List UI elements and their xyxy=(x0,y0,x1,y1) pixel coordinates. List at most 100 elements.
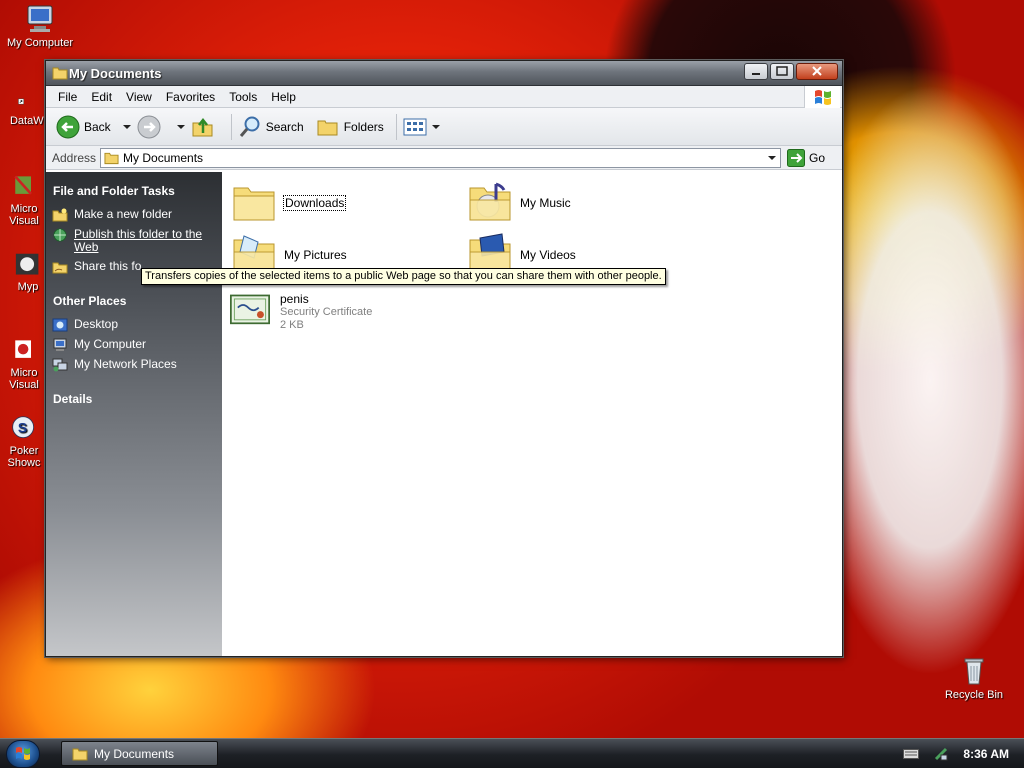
system-tray: 8:36 AM xyxy=(892,739,1024,768)
visual-studio-icon xyxy=(15,340,31,358)
share-folder-label: Share this fo xyxy=(74,259,142,273)
folders-label: Folders xyxy=(343,119,384,134)
close-button[interactable] xyxy=(796,63,838,80)
folders-icon xyxy=(317,120,338,135)
windows-orb-icon xyxy=(16,747,30,760)
file-name: Downloads xyxy=(282,195,347,211)
close-icon xyxy=(812,66,822,76)
globe-icon xyxy=(53,228,67,242)
start-button[interactable] xyxy=(6,740,40,768)
search-button[interactable]: Search xyxy=(238,115,304,139)
address-bar: Address My Documents Go xyxy=(46,146,842,170)
folder-icon xyxy=(104,152,119,164)
make-new-folder-link[interactable]: Make a new folder xyxy=(46,208,222,222)
folder-icon xyxy=(72,748,88,760)
music-folder-icon xyxy=(469,182,511,221)
file-name: penis xyxy=(280,292,309,306)
desktop-icon-myp[interactable]: Myp xyxy=(6,252,50,293)
folder-icon xyxy=(52,67,68,80)
minimize-button[interactable] xyxy=(744,63,768,80)
file-name: My Pictures xyxy=(284,248,347,262)
file-item-my-music[interactable]: My Music xyxy=(466,180,571,226)
folders-button[interactable]: Folders xyxy=(316,116,384,138)
file-tasks-title[interactable]: File and Folder Tasks xyxy=(46,184,222,198)
back-dropdown-icon[interactable] xyxy=(122,124,131,129)
network-status-icon[interactable] xyxy=(933,746,949,762)
up-folder-button[interactable] xyxy=(191,115,219,139)
views-button[interactable] xyxy=(403,117,440,137)
go-button[interactable]: Go xyxy=(787,148,825,167)
forward-arrow-icon xyxy=(137,115,161,138)
my-computer-label: My Computer xyxy=(74,337,147,351)
menu-help[interactable]: Help xyxy=(264,90,303,104)
menu-edit[interactable]: Edit xyxy=(84,90,119,104)
windows-flag-icon xyxy=(815,90,831,105)
views-icon xyxy=(403,118,427,135)
title-bar[interactable]: My Documents xyxy=(46,61,842,86)
my-network-places-label: My Network Places xyxy=(74,357,177,371)
file-folder-tasks: File and Folder Tasks Make a new folder … xyxy=(46,184,222,274)
forward-button[interactable] xyxy=(137,115,165,139)
certificate-icon xyxy=(230,294,270,325)
publish-web-link[interactable]: Publish this folder to the Web xyxy=(46,228,222,254)
taskbar-item-my-documents[interactable]: My Documents xyxy=(61,741,218,766)
file-name: My Music xyxy=(520,196,571,210)
file-meta: penis Security Certificate 2 KB xyxy=(280,292,372,332)
recycle-bin-icon xyxy=(964,658,984,685)
my-network-places-link[interactable]: My Network Places xyxy=(46,358,222,372)
clock[interactable]: 8:36 AM xyxy=(963,747,1009,761)
up-folder-icon xyxy=(192,117,213,136)
explorer-window[interactable]: My Documents File Edit View Favorites To… xyxy=(45,60,843,657)
poker-icon: S xyxy=(12,416,35,439)
desktop-icon-micro-visual-1[interactable]: Micro Visual xyxy=(2,172,46,227)
address-label: Address xyxy=(52,150,97,165)
my-computer-link[interactable]: My Computer xyxy=(46,338,222,352)
desktop-icon xyxy=(52,318,68,332)
desktop-icon-poker-showc[interactable]: S Poker Showc xyxy=(2,414,46,469)
search-label: Search xyxy=(265,119,304,134)
menu-file[interactable]: File xyxy=(51,90,84,104)
maximize-button[interactable] xyxy=(770,63,794,80)
back-button[interactable]: Back xyxy=(56,115,111,139)
back-arrow-icon xyxy=(56,115,80,138)
toolbar-separator xyxy=(230,113,232,140)
address-input[interactable]: My Documents xyxy=(100,147,782,168)
visual-studio-icon xyxy=(14,175,32,195)
desktop-icon-label: DataWi xyxy=(9,115,47,127)
details-title[interactable]: Details xyxy=(46,392,222,406)
desktop-icon-my-computer[interactable]: My Computer xyxy=(2,4,78,49)
menu-tools[interactable]: Tools xyxy=(222,90,264,104)
make-new-folder-label: Make a new folder xyxy=(74,207,173,221)
folder-icon xyxy=(233,187,275,221)
desktop-icon-recycle-bin[interactable]: Recycle Bin xyxy=(936,656,1012,701)
chevron-down-icon xyxy=(768,155,777,160)
forward-dropdown-icon[interactable] xyxy=(176,124,185,129)
address-dropdown-button[interactable] xyxy=(764,149,780,167)
menu-favorites[interactable]: Favorites xyxy=(159,90,222,104)
file-item-certificate[interactable]: penis Security Certificate 2 KB xyxy=(226,292,372,332)
desktop-icon-micro-visual-2[interactable]: Micro Visual xyxy=(2,336,46,391)
menu-view[interactable]: View xyxy=(119,90,159,104)
desktop-icon-label: My Computer xyxy=(6,37,74,49)
maximize-icon xyxy=(776,66,788,76)
desktop-icon-datawi[interactable]: DataWi xyxy=(6,98,50,127)
minimize-icon xyxy=(752,73,760,75)
window-content: File and Folder Tasks Make a new folder … xyxy=(46,172,842,656)
svg-text:S: S xyxy=(18,419,27,435)
keyboard-icon[interactable] xyxy=(903,749,920,759)
file-size: 2 KB xyxy=(280,319,304,331)
window-title: My Documents xyxy=(69,66,162,81)
desktop-link[interactable]: Desktop xyxy=(46,318,222,332)
other-places-title[interactable]: Other Places xyxy=(46,294,222,308)
computer-icon xyxy=(53,338,67,351)
file-item-downloads[interactable]: Downloads xyxy=(230,180,347,226)
taskbar: My Documents 8:36 AM xyxy=(0,738,1024,768)
desktop-icon-label: Poker Showc xyxy=(7,445,41,469)
new-folder-icon xyxy=(52,208,68,222)
windows-logo xyxy=(804,86,840,108)
tooltip: Transfers copies of the selected items t… xyxy=(141,268,666,285)
menu-bar: File Edit View Favorites Tools Help xyxy=(46,86,842,108)
search-icon xyxy=(239,116,260,137)
file-type: Security Certificate xyxy=(280,306,373,318)
computer-icon xyxy=(27,5,53,32)
